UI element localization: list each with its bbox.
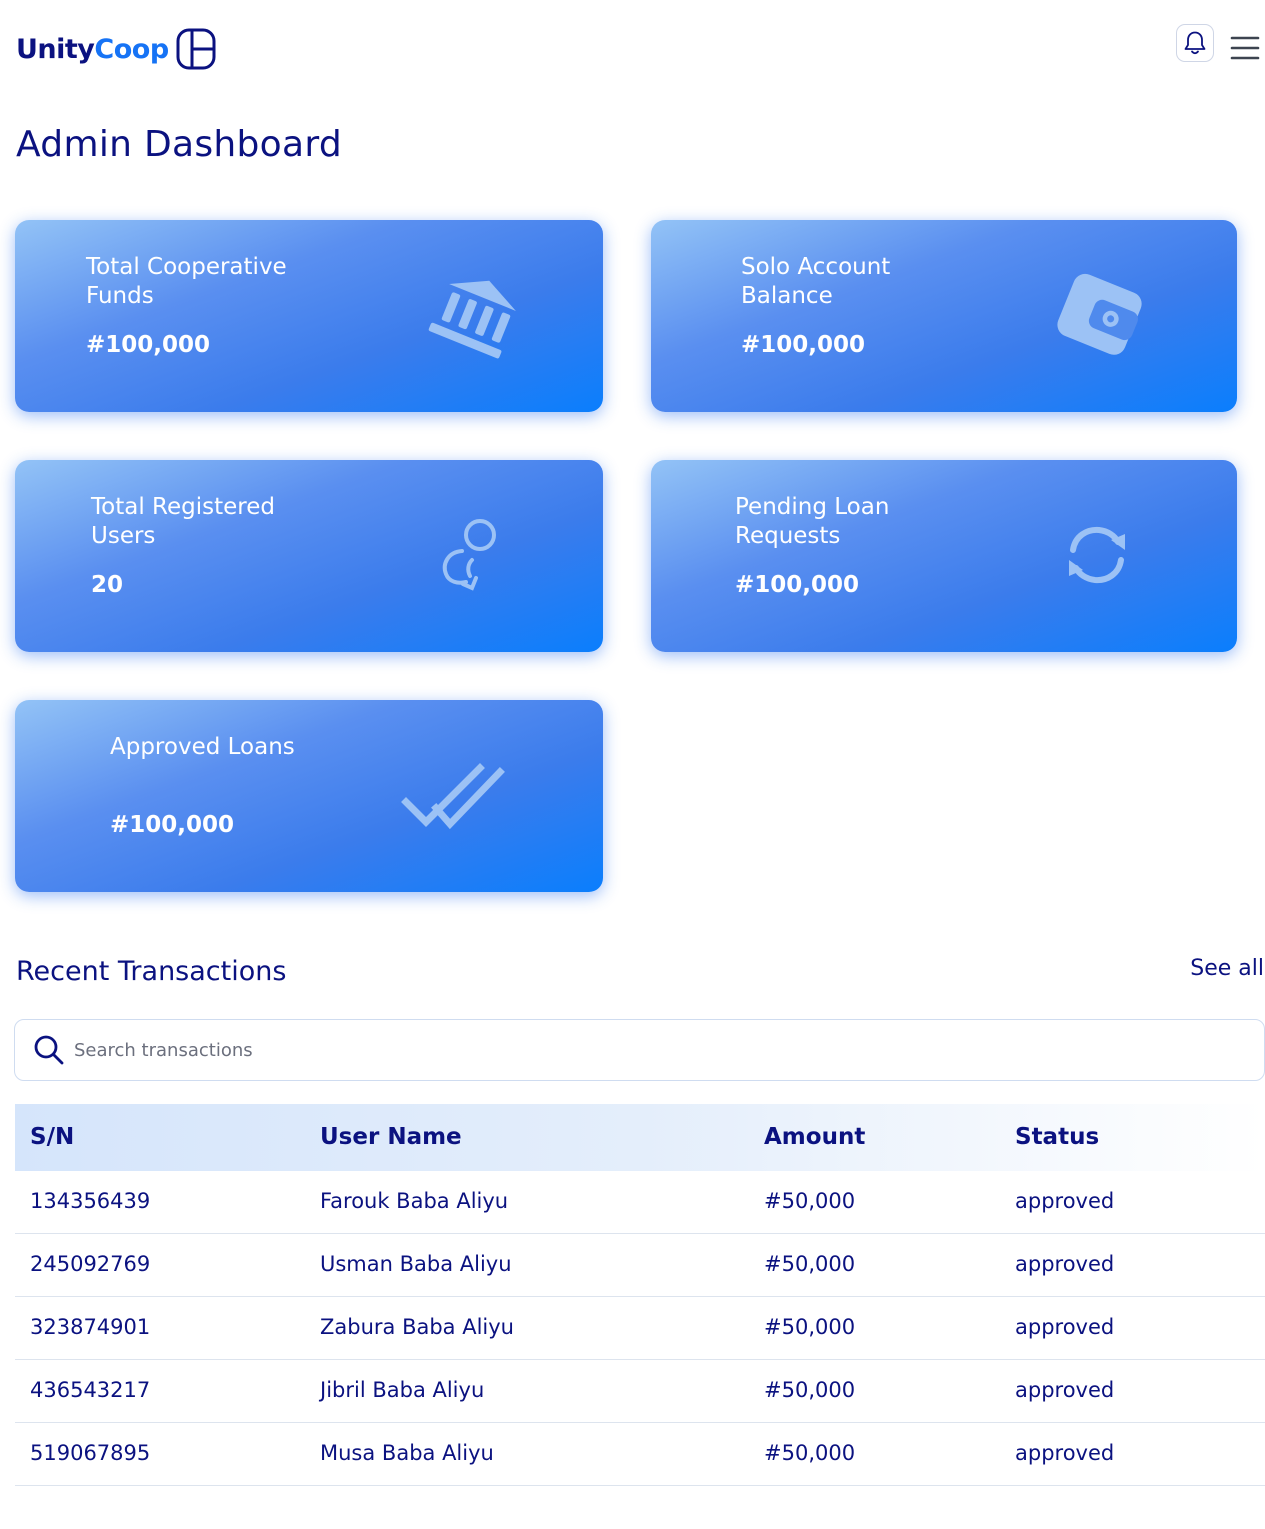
hamburger-menu-icon[interactable] (1230, 34, 1260, 62)
transactions-table: S/N User Name Amount Status 134356439 Fa… (15, 1104, 1265, 1486)
cell-status: approved (1015, 1315, 1115, 1339)
table-row[interactable]: 134356439 Farouk Baba Aliyu #50,000 appr… (15, 1171, 1265, 1234)
cell-user-name: Zabura Baba Aliyu (320, 1315, 514, 1339)
card-value: #100,000 (735, 572, 860, 598)
cell-user-name: Musa Baba Aliyu (320, 1441, 494, 1465)
refresh-icon (1069, 526, 1125, 584)
card-approved-loans[interactable]: Approved Loans #100,000 (15, 700, 603, 892)
cell-status: approved (1015, 1441, 1115, 1465)
card-value: #100,000 (86, 332, 211, 358)
wallet-icon (1057, 273, 1142, 355)
card-label: Total Registered Users (91, 494, 275, 549)
cell-amount: #50,000 (764, 1315, 856, 1339)
table-header: S/N User Name Amount Status (15, 1104, 1265, 1171)
cell-amount: #50,000 (764, 1441, 856, 1465)
cell-status: approved (1015, 1189, 1115, 1213)
logo-icon (176, 28, 216, 70)
card-total-cooperative-funds[interactable]: Total Cooperative Funds #100,000 (15, 220, 603, 412)
card-label: Total Cooperative Funds (86, 254, 287, 309)
column-header-amount: Amount (764, 1124, 866, 1150)
search-icon (34, 1035, 64, 1065)
column-header-status: Status (1015, 1124, 1100, 1150)
cell-amount: #50,000 (764, 1252, 856, 1276)
double-check-icon (401, 763, 505, 830)
card-value: #100,000 (741, 332, 866, 358)
cell-sn: 323874901 (30, 1315, 151, 1339)
card-label: Approved Loans (110, 734, 295, 760)
cell-amount: #50,000 (764, 1378, 856, 1402)
cell-sn: 436543217 (30, 1378, 151, 1402)
users-icon (442, 519, 496, 591)
notifications-button[interactable] (1176, 24, 1214, 62)
recent-transactions-title: Recent Transactions (16, 956, 287, 987)
cell-sn: 134356439 (30, 1189, 151, 1213)
see-all-link[interactable]: See all (1190, 956, 1264, 981)
table-row[interactable]: 323874901 Zabura Baba Aliyu #50,000 appr… (15, 1297, 1265, 1360)
cell-status: approved (1015, 1252, 1115, 1276)
search-bar[interactable] (14, 1019, 1265, 1081)
table-row[interactable]: 436543217 Jibril Baba Aliyu #50,000 appr… (15, 1360, 1265, 1423)
column-header-user-name: User Name (320, 1124, 462, 1150)
cell-sn: 519067895 (30, 1441, 151, 1465)
cell-amount: #50,000 (764, 1189, 856, 1213)
app-header: UnityCoop (0, 0, 1265, 100)
card-label: Solo Account Balance (741, 254, 891, 309)
search-input[interactable] (74, 1039, 1174, 1061)
bank-icon (428, 280, 516, 359)
cell-sn: 245092769 (30, 1252, 151, 1276)
table-row[interactable]: 245092769 Usman Baba Aliyu #50,000 appro… (15, 1234, 1265, 1297)
card-label: Pending Loan Requests (735, 494, 890, 549)
bell-icon (1184, 31, 1206, 55)
cell-user-name: Farouk Baba Aliyu (320, 1189, 509, 1213)
card-value: #100,000 (110, 812, 235, 838)
table-row[interactable]: 519067895 Musa Baba Aliyu #50,000 approv… (15, 1423, 1265, 1486)
cell-user-name: Jibril Baba Aliyu (320, 1378, 485, 1402)
card-value: 20 (91, 572, 124, 598)
card-solo-account-balance[interactable]: Solo Account Balance #100,000 (651, 220, 1237, 412)
cell-status: approved (1015, 1378, 1115, 1402)
brand-logo[interactable]: UnityCoop (16, 28, 217, 70)
card-total-registered-users[interactable]: Total Registered Users 20 (15, 460, 603, 652)
brand-name: UnityCoop (16, 33, 169, 65)
column-header-sn: S/N (30, 1124, 75, 1150)
card-pending-loan-requests[interactable]: Pending Loan Requests #100,000 (651, 460, 1237, 652)
cell-user-name: Usman Baba Aliyu (320, 1252, 512, 1276)
page-title: Admin Dashboard (16, 124, 342, 165)
